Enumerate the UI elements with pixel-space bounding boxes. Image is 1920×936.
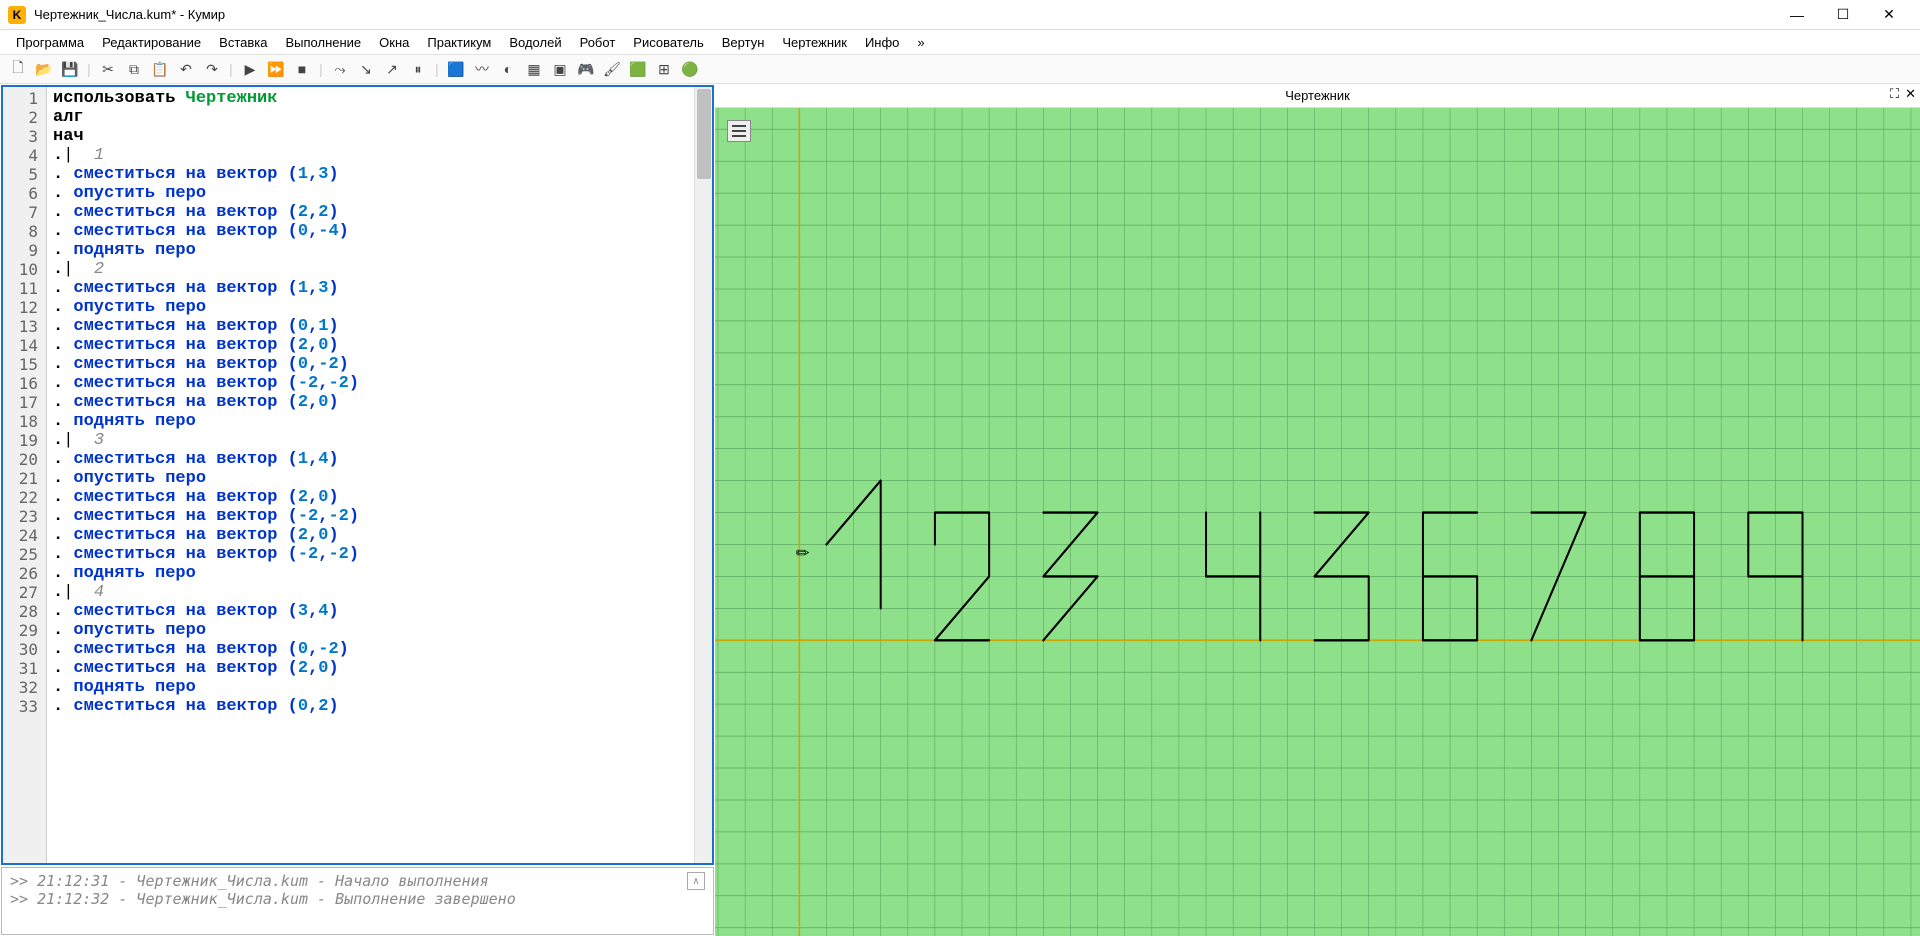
separator: |: [84, 57, 94, 81]
run-fast-icon[interactable]: ⏩: [264, 57, 288, 81]
code-line[interactable]: . сместиться на вектор (-2,-2): [53, 545, 688, 564]
console-line: >> 21:12:31 - Чертежник_Числа.kum - Нача…: [10, 872, 687, 890]
canvas-area[interactable]: ✎: [715, 108, 1920, 936]
code-line[interactable]: . сместиться на вектор (0,2): [53, 697, 688, 716]
code-line[interactable]: . сместиться на вектор (3,4): [53, 602, 688, 621]
module-icon-6[interactable]: 🎮: [574, 57, 598, 81]
code-line[interactable]: . сместиться на вектор (2,2): [53, 203, 688, 222]
open-file-icon[interactable]: 📂: [32, 57, 56, 81]
code-line[interactable]: . опустить перо: [53, 621, 688, 640]
module-icon-9[interactable]: ⊞: [652, 57, 676, 81]
scroll-thumb[interactable]: [697, 89, 711, 179]
menu-item[interactable]: Редактирование: [96, 33, 207, 52]
code-line[interactable]: . опустить перо: [53, 298, 688, 317]
separator: |: [226, 57, 236, 81]
menubar: Программа Редактирование Вставка Выполнение…: [0, 30, 1920, 54]
code-line[interactable]: .| 3: [53, 431, 688, 450]
menu-item[interactable]: Рисователь: [627, 33, 709, 52]
code-line[interactable]: использовать Чертежник: [53, 89, 688, 108]
menu-item[interactable]: Робот: [574, 33, 622, 52]
code-line[interactable]: . опустить перо: [53, 469, 688, 488]
save-file-icon[interactable]: 💾: [58, 57, 82, 81]
console-line: >> 21:12:32 - Чертежник_Числа.kum - Выпо…: [10, 890, 687, 908]
code-line[interactable]: . сместиться на вектор (2,0): [53, 526, 688, 545]
code-line[interactable]: . сместиться на вектор (2,0): [53, 488, 688, 507]
code-line[interactable]: . сместиться на вектор (1,3): [53, 165, 688, 184]
code-line[interactable]: .| 1: [53, 146, 688, 165]
menu-item[interactable]: Чертежник: [776, 33, 853, 52]
canvas-title: Чертежник: [1285, 88, 1350, 103]
copy-icon[interactable]: ⧉: [122, 57, 146, 81]
code-line[interactable]: . сместиться на вектор (2,0): [53, 393, 688, 412]
module-icon-8[interactable]: 🟩: [626, 57, 650, 81]
step-out-icon[interactable]: ↗: [380, 57, 404, 81]
canvas-maximize-icon[interactable]: ⛶: [1890, 86, 1899, 102]
menu-item[interactable]: Инфо: [859, 33, 905, 52]
code-line[interactable]: . сместиться на вектор (2,0): [53, 659, 688, 678]
redo-icon[interactable]: ↷: [200, 57, 224, 81]
cut-icon[interactable]: ✂: [96, 57, 120, 81]
menu-item[interactable]: Выполнение: [279, 33, 367, 52]
canvas-close-icon[interactable]: ✕: [1905, 86, 1916, 102]
close-button[interactable]: ✕: [1866, 0, 1912, 30]
module-icon-2[interactable]: 〰: [470, 57, 494, 81]
module-icon-1[interactable]: 🟦: [444, 57, 468, 81]
code-line[interactable]: . опустить перо: [53, 184, 688, 203]
menu-item[interactable]: »: [911, 33, 930, 52]
code-line[interactable]: нач: [53, 127, 688, 146]
maximize-button[interactable]: ☐: [1820, 0, 1866, 30]
code-line[interactable]: . поднять перо: [53, 564, 688, 583]
code-line[interactable]: . сместиться на вектор (1,4): [53, 450, 688, 469]
pause-icon[interactable]: ⏸: [406, 57, 430, 81]
code-line[interactable]: .| 4: [53, 583, 688, 602]
code-line[interactable]: . сместиться на вектор (0,1): [53, 317, 688, 336]
module-icon-7[interactable]: 🖌: [600, 57, 624, 81]
code-line[interactable]: . сместиться на вектор (0,-2): [53, 355, 688, 374]
menu-item[interactable]: Программа: [10, 33, 90, 52]
app-icon: K: [8, 6, 26, 24]
code-area[interactable]: использовать Чертежникалгнач.| 1. смести…: [47, 87, 694, 863]
canvas-menu-icon[interactable]: [727, 120, 751, 142]
code-line[interactable]: . поднять перо: [53, 412, 688, 431]
separator: |: [432, 57, 442, 81]
code-line[interactable]: . сместиться на вектор (-2,-2): [53, 374, 688, 393]
undo-icon[interactable]: ↶: [174, 57, 198, 81]
console-scroll-up[interactable]: ∧: [687, 872, 705, 890]
console: >> 21:12:31 - Чертежник_Числа.kum - Нача…: [1, 867, 714, 935]
code-line[interactable]: . сместиться на вектор (0,-4): [53, 222, 688, 241]
step-into-icon[interactable]: ↘: [354, 57, 378, 81]
drawing-canvas: [715, 108, 1920, 936]
menu-item[interactable]: Вставка: [213, 33, 273, 52]
toolbar: 🗋 📂 💾 | ✂ ⧉ 📋 ↶ ↷ | ▶ ⏩ ■ | ⤳ ↘ ↗ ⏸ | 🟦 …: [0, 54, 1920, 84]
new-file-icon[interactable]: 🗋: [6, 57, 30, 81]
menu-item[interactable]: Вертун: [716, 33, 771, 52]
separator: |: [316, 57, 326, 81]
menu-item[interactable]: Окна: [373, 33, 415, 52]
line-gutter: 1234567891011121314151617181920212223242…: [3, 87, 47, 863]
step-over-icon[interactable]: ⤳: [328, 57, 352, 81]
module-icon-3[interactable]: ◐: [496, 57, 520, 81]
window-title: Чертежник_Числа.kum* - Кумир: [34, 7, 1774, 22]
scrollbar[interactable]: [694, 87, 712, 863]
stop-icon[interactable]: ■: [290, 57, 314, 81]
run-icon[interactable]: ▶: [238, 57, 262, 81]
menu-item[interactable]: Водолей: [503, 33, 567, 52]
canvas-title-bar: Чертежник ⛶ ✕: [715, 84, 1920, 108]
titlebar: K Чертежник_Числа.kum* - Кумир ― ☐ ✕: [0, 0, 1920, 30]
code-line[interactable]: .| 2: [53, 260, 688, 279]
code-editor[interactable]: 1234567891011121314151617181920212223242…: [1, 85, 714, 865]
paste-icon[interactable]: 📋: [148, 57, 172, 81]
code-line[interactable]: . поднять перо: [53, 241, 688, 260]
code-line[interactable]: . сместиться на вектор (2,0): [53, 336, 688, 355]
menu-item[interactable]: Практикум: [421, 33, 497, 52]
code-line[interactable]: . поднять перо: [53, 678, 688, 697]
code-line[interactable]: . сместиться на вектор (-2,-2): [53, 507, 688, 526]
module-icon-4[interactable]: ▦: [522, 57, 546, 81]
module-icon-10[interactable]: 🟢: [678, 57, 702, 81]
code-line[interactable]: . сместиться на вектор (0,-2): [53, 640, 688, 659]
code-line[interactable]: . сместиться на вектор (1,3): [53, 279, 688, 298]
code-line[interactable]: алг: [53, 108, 688, 127]
module-icon-5[interactable]: ▣: [548, 57, 572, 81]
minimize-button[interactable]: ―: [1774, 0, 1820, 30]
